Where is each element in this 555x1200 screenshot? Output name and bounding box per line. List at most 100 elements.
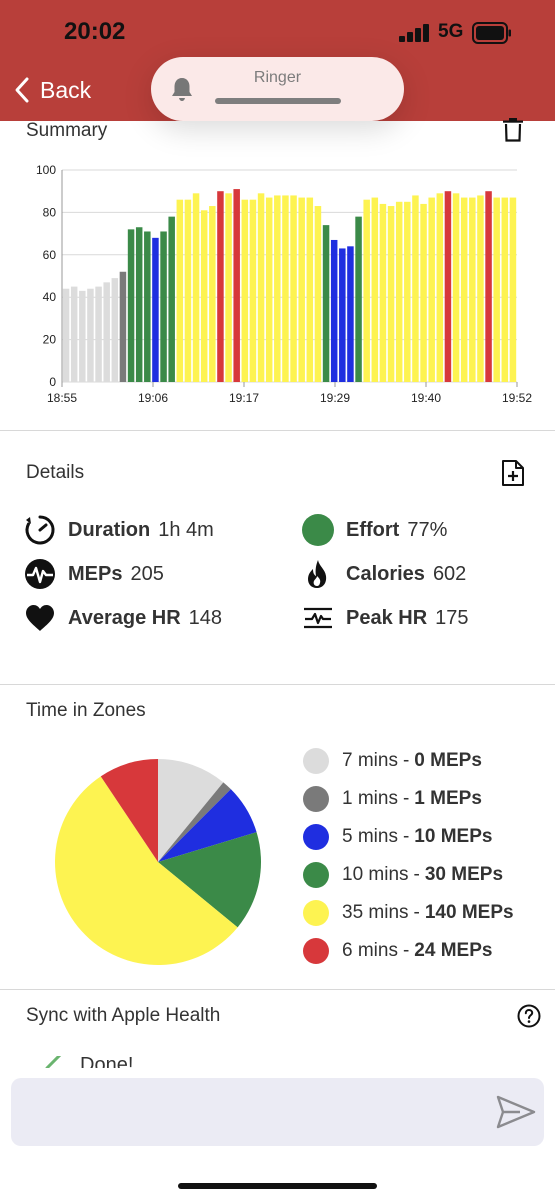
stat-label: MEPs (68, 562, 123, 585)
chart-bar (135, 227, 143, 382)
chart-bar (387, 206, 395, 382)
chart-bar (282, 195, 289, 382)
legend-mins: 35 mins (342, 902, 409, 923)
chart-bar (420, 203, 427, 382)
chart-bar (509, 197, 517, 382)
chart-bar (103, 282, 110, 382)
message-input[interactable] (11, 1078, 544, 1146)
flame-icon (308, 560, 327, 588)
stat-label: Average HR (68, 606, 181, 629)
ringer-pill: Ringer (151, 57, 404, 121)
legend-meps: 30 MEPs (424, 864, 504, 885)
legend-separator: - (402, 940, 410, 961)
y-tick-label: 60 (43, 248, 57, 262)
chart-bar (469, 197, 476, 382)
zone-dot-icon (303, 862, 329, 888)
legend-separator: - (402, 788, 410, 809)
time-in-zones-pie (54, 759, 261, 965)
y-tick-label: 100 (36, 163, 56, 177)
stat-value: 1h 4m (158, 518, 214, 541)
help-icon[interactable] (517, 1004, 541, 1028)
chart-bar (79, 290, 86, 382)
add-file-icon[interactable] (501, 459, 525, 487)
stat-calories: Calories 602 (302, 558, 466, 590)
chart-bar (306, 197, 314, 382)
chart-bar (493, 197, 500, 382)
heart-icon (26, 605, 54, 631)
zone-dot-icon (303, 938, 329, 964)
chart-bar (460, 197, 468, 382)
stat-value: 77% (407, 518, 448, 541)
timer-icon (25, 515, 55, 545)
chart-bar (257, 193, 265, 382)
chart-bar (501, 197, 509, 382)
legend-mins: 10 mins (342, 864, 409, 885)
chart-bar (444, 191, 452, 382)
legend-item: 10 mins - 30 MEPs (303, 861, 503, 889)
effort-dot-icon (302, 514, 334, 546)
chart-bar (95, 286, 102, 382)
zone-dot-icon (303, 824, 329, 850)
chart-bar (241, 199, 249, 382)
stat-meps: MEPs 205 (24, 558, 164, 590)
chart-bar (330, 239, 338, 382)
sync-status: Done! (80, 1054, 134, 1068)
chart-bar (298, 197, 305, 382)
ringer-label: Ringer (253, 69, 302, 86)
chart-bar (290, 195, 297, 382)
chevron-left-icon (15, 77, 29, 103)
stat-label: Effort (346, 518, 400, 541)
legend-mins: 7 mins (342, 750, 398, 771)
stat-label: Calories (346, 562, 425, 585)
chart-bar (412, 195, 419, 382)
chart-bar (314, 206, 322, 382)
chart-bar (217, 191, 224, 382)
legend-item: 35 mins - 140 MEPs (303, 899, 514, 927)
signal-icon (399, 24, 429, 42)
chart-bar (339, 248, 346, 382)
chart-bar (184, 199, 192, 382)
chart-bar (265, 197, 273, 382)
legend-separator: - (413, 864, 420, 885)
chart-bar (176, 199, 184, 382)
chart-bar (111, 278, 119, 382)
y-tick-label: 40 (43, 290, 57, 304)
chart-bar (200, 210, 208, 382)
zones-title: Time in Zones (26, 700, 146, 721)
details-title: Details (26, 462, 85, 483)
legend-meps: 0 MEPs (414, 750, 482, 771)
chart-bar (152, 237, 159, 382)
chart-bar (192, 193, 200, 382)
chart-bar (485, 191, 492, 382)
legend-mins: 5 mins (342, 826, 398, 847)
stat-average-hr: Average HR 148 (24, 602, 222, 634)
ringer-volume-bar (215, 98, 341, 104)
legend-item: 6 mins - 24 MEPs (303, 937, 492, 965)
chart-bar (249, 199, 257, 382)
stat-value: 602 (432, 562, 467, 585)
legend-separator: - (413, 902, 420, 923)
chart-bar (452, 193, 460, 382)
stat-value: 175 (435, 606, 469, 629)
network-type: 5G (438, 21, 464, 42)
stat-label: Duration (68, 518, 151, 541)
chart-bar (428, 197, 435, 382)
legend-separator: - (402, 750, 410, 771)
send-icon[interactable] (496, 1094, 536, 1130)
zone-dot-icon (303, 786, 329, 812)
divider (0, 430, 555, 431)
chart-bar (274, 195, 281, 382)
back-button[interactable]: Back (14, 74, 91, 106)
trash-icon[interactable] (503, 118, 523, 142)
stat-value: 148 (188, 606, 223, 629)
legend-meps: 10 MEPs (414, 826, 493, 847)
stat-peak-hr: Peak HR 175 (302, 602, 469, 634)
chart-bar (127, 229, 135, 382)
chart-bar (70, 286, 78, 382)
y-tick-label: 20 (43, 333, 57, 347)
chart-bar (87, 288, 94, 382)
legend-meps: 1 MEPs (414, 788, 482, 809)
x-tick-label: 18:55 (47, 391, 77, 405)
status-time: 20:02 (64, 18, 126, 45)
zone-dot-icon (303, 900, 329, 926)
